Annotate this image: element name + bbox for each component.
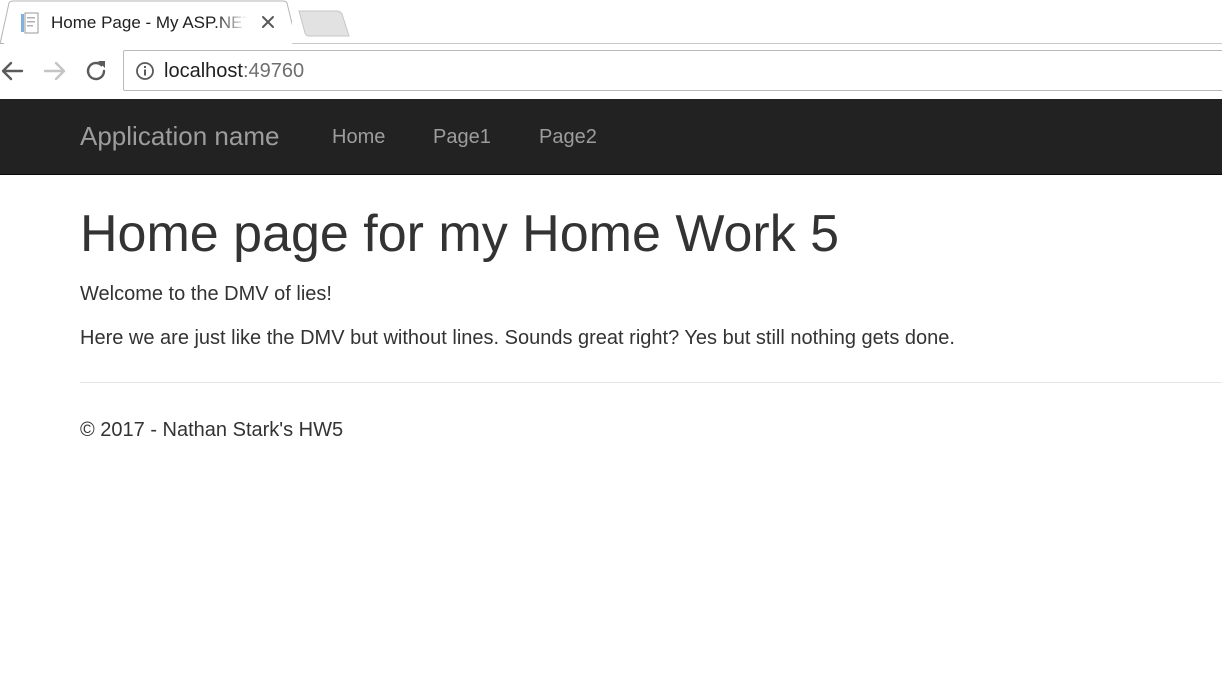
back-arrow-icon[interactable] [0,57,28,85]
address-url: localhost:49760 [164,60,304,82]
navbar-brand-link[interactable]: Application name [80,121,279,151]
nav-link-page2[interactable]: Page2 [539,126,597,148]
tab-strip: Home Page - My ASP.NET Application [0,0,1222,44]
new-tab-button[interactable] [297,10,351,37]
welcome-paragraph: Welcome to the DMV of lies! [80,283,332,305]
url-port: :49760 [242,60,305,82]
url-host: localhost [164,60,243,82]
footer-divider [80,382,1222,383]
forward-arrow-icon[interactable] [41,57,69,85]
page-heading: Home page for my Home Work 5 [80,205,840,263]
site-navbar: Application name Home Page1 Page2 [0,99,1222,175]
footer-text: © 2017 - Nathan Stark's HW5 [80,419,344,441]
nav-link-page1[interactable]: Page1 [433,126,491,148]
page-favicon-icon [19,12,41,34]
info-icon[interactable] [135,61,155,81]
description-paragraph: Here we are just like the DMV but withou… [80,327,955,349]
browser-tab[interactable]: Home Page - My ASP.NET Application [0,0,292,44]
nav-link-home[interactable]: Home [332,126,385,148]
browser-toolbar: localhost:49760 [0,44,1222,99]
reload-icon[interactable] [82,57,110,85]
close-tab-icon[interactable] [259,13,277,31]
tab-title: Home Page - My ASP.NET Application [51,13,247,32]
address-bar[interactable]: localhost:49760 [123,50,1222,91]
